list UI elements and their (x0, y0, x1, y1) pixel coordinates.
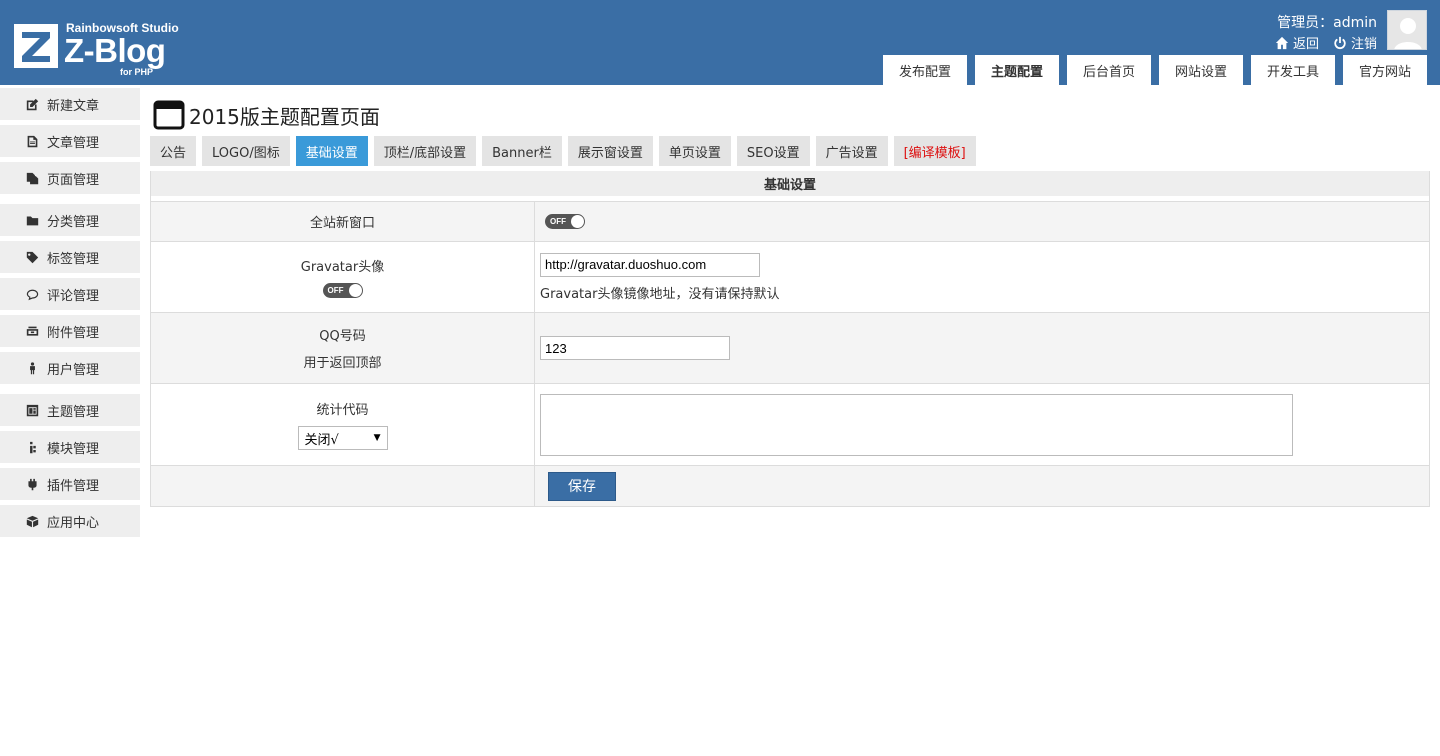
stats-code-textarea[interactable] (540, 393, 1293, 456)
settings-panel: 基础设置 全站新窗口 OFF Gravatar头像 OFF http://gra… (150, 171, 1430, 507)
toggle-label: OFF (550, 217, 566, 226)
user-icon (30, 361, 35, 374)
top-nav: 发布配置 主题配置 后台首页 网站设置 开发工具 官方网站 (883, 55, 1427, 85)
top-nav-publish-config[interactable]: 发布配置 (883, 55, 967, 85)
sidebar-item-attachments[interactable]: 附件管理 (0, 315, 140, 347)
sidebar-item-label: 新建文章 (47, 98, 100, 114)
stats-code-label: 统计代码 (316, 403, 369, 418)
sidebar-item-label: 评论管理 (47, 288, 100, 304)
document-icon (27, 135, 38, 147)
toggle-knob (571, 215, 584, 228)
zblog-logo[interactable]: Rainbowsoft Studio Z-Blog for PHP (14, 20, 204, 80)
page-title: 2015版主题配置页面 (150, 98, 1430, 132)
sidebar-item-label: 用户管理 (47, 362, 100, 378)
sidebar-item-tags[interactable]: 标签管理 (0, 241, 140, 273)
sidebar-item-label: 应用中心 (47, 515, 100, 531)
back-link[interactable]: 返回 (1275, 33, 1319, 52)
row-gravatar: Gravatar头像 OFF Gravatar头像镜像地址，没有请保持默认 (151, 241, 1429, 312)
sidebar: 新建文章 文章管理 页面管理 分类管理 标签管理 评论管理 附件管理 用户管理 … (0, 88, 140, 542)
tab-header-footer[interactable]: 顶栏/底部设置 (373, 136, 477, 166)
tab-single-page[interactable]: 单页设置 (658, 136, 731, 166)
panel-heading: 基础设置 (151, 171, 1429, 201)
new-window-toggle[interactable]: OFF (545, 214, 585, 229)
logo-sub-text: for PHP (120, 67, 154, 77)
tab-showcase[interactable]: 展示窗设置 (567, 136, 653, 166)
sidebar-item-users[interactable]: 用户管理 (0, 352, 140, 384)
top-nav-official-site[interactable]: 官方网站 (1343, 55, 1427, 85)
tab-basic-settings[interactable]: 基础设置 (295, 136, 368, 166)
stats-select-value: 关闭√ (304, 432, 339, 448)
sidebar-item-comments[interactable]: 评论管理 (0, 278, 140, 310)
tab-compile-template[interactable]: [编译模板] (893, 136, 976, 166)
qq-sublabel: 用于返回顶部 (303, 356, 382, 371)
sidebar-item-label: 模块管理 (47, 441, 100, 457)
gravatar-label: Gravatar头像 (300, 260, 385, 275)
sidebar-item-label: 文章管理 (47, 135, 100, 151)
top-nav-site-settings[interactable]: 网站设置 (1159, 55, 1243, 85)
back-link-label: 返回 (1292, 37, 1319, 52)
qq-number-input[interactable] (540, 336, 730, 360)
power-icon (1334, 36, 1346, 49)
top-nav-theme-config[interactable]: 主题配置 (975, 55, 1059, 85)
user-links: 返回 注销 (1275, 33, 1377, 52)
theme-icon (26, 404, 39, 416)
toggle-label: OFF (327, 286, 344, 295)
gravatar-url-input[interactable] (540, 252, 760, 277)
toggle-knob (348, 284, 362, 297)
folder-icon (26, 215, 39, 225)
logout-link[interactable]: 注销 (1333, 33, 1377, 52)
tag-icon (26, 251, 39, 263)
box-icon (26, 515, 39, 527)
row-stats-code: 统计代码 关闭√ ▼ (151, 383, 1429, 465)
edit-icon (26, 98, 39, 110)
sidebar-item-label: 分类管理 (47, 214, 100, 230)
caret-down-icon: ▼ (373, 433, 381, 443)
logo-name-text: Z-Blog (64, 32, 166, 69)
stats-select[interactable]: 关闭√ ▼ (297, 426, 388, 450)
config-tabs: 公告 LOGO/图标 基础设置 顶栏/底部设置 Banner栏 展示窗设置 单页… (150, 136, 976, 166)
sidebar-item-label: 页面管理 (47, 172, 100, 188)
top-nav-dev-tools[interactable]: 开发工具 (1251, 55, 1335, 85)
sidebar-item-label: 插件管理 (47, 478, 100, 494)
row-new-window: 全站新窗口 OFF (151, 201, 1429, 241)
plugin-icon (28, 478, 37, 490)
home-icon (1275, 36, 1289, 49)
row-save: 保存 (151, 465, 1429, 507)
sidebar-item-new-post[interactable]: 新建文章 (0, 88, 140, 120)
header-bar: Rainbowsoft Studio Z-Blog for PHP 管理员：ad… (0, 0, 1440, 85)
sidebar-item-categories[interactable]: 分类管理 (0, 204, 140, 236)
gravatar-hint: Gravatar头像镜像地址，没有请保持默认 (540, 286, 780, 302)
new-window-label: 全站新窗口 (309, 216, 375, 231)
row-qq: QQ号码 用于返回顶部 (151, 312, 1429, 383)
sidebar-item-modules[interactable]: 模块管理 (0, 431, 140, 463)
sidebar-item-pages[interactable]: 页面管理 (0, 162, 140, 194)
top-nav-dashboard[interactable]: 后台首页 (1067, 55, 1151, 85)
sidebar-item-themes[interactable]: 主题管理 (0, 394, 140, 426)
sidebar-item-label: 主题管理 (47, 404, 100, 420)
sidebar-item-plugins[interactable]: 插件管理 (0, 468, 140, 500)
save-button[interactable]: 保存 (548, 471, 616, 501)
window-icon (153, 100, 185, 130)
tab-seo[interactable]: SEO设置 (736, 136, 810, 166)
tab-notice[interactable]: 公告 (150, 136, 197, 166)
z-logo-icon (14, 24, 58, 68)
attachment-icon (26, 326, 39, 336)
qq-label: QQ号码 (319, 329, 366, 344)
tab-banner[interactable]: Banner栏 (482, 136, 562, 166)
avatar[interactable] (1387, 10, 1427, 50)
logout-link-label: 注销 (1350, 37, 1377, 52)
sidebar-item-app-center[interactable]: 应用中心 (0, 505, 140, 537)
tab-logo[interactable]: LOGO/图标 (202, 136, 290, 166)
gravatar-toggle[interactable]: OFF (322, 283, 363, 298)
pages-icon (26, 172, 39, 184)
page-title-text: 2015版主题配置页面 (189, 104, 380, 129)
tab-ads[interactable]: 广告设置 (815, 136, 888, 166)
sidebar-item-label: 标签管理 (47, 251, 100, 267)
main-content: 2015版主题配置页面 公告 LOGO/图标 基础设置 顶栏/底部设置 Bann… (150, 98, 1430, 507)
admin-label: 管理员：admin (1277, 15, 1377, 31)
sidebar-item-posts[interactable]: 文章管理 (0, 125, 140, 157)
comment-icon (26, 289, 39, 300)
sidebar-item-label: 附件管理 (47, 325, 100, 341)
module-icon (30, 441, 36, 453)
